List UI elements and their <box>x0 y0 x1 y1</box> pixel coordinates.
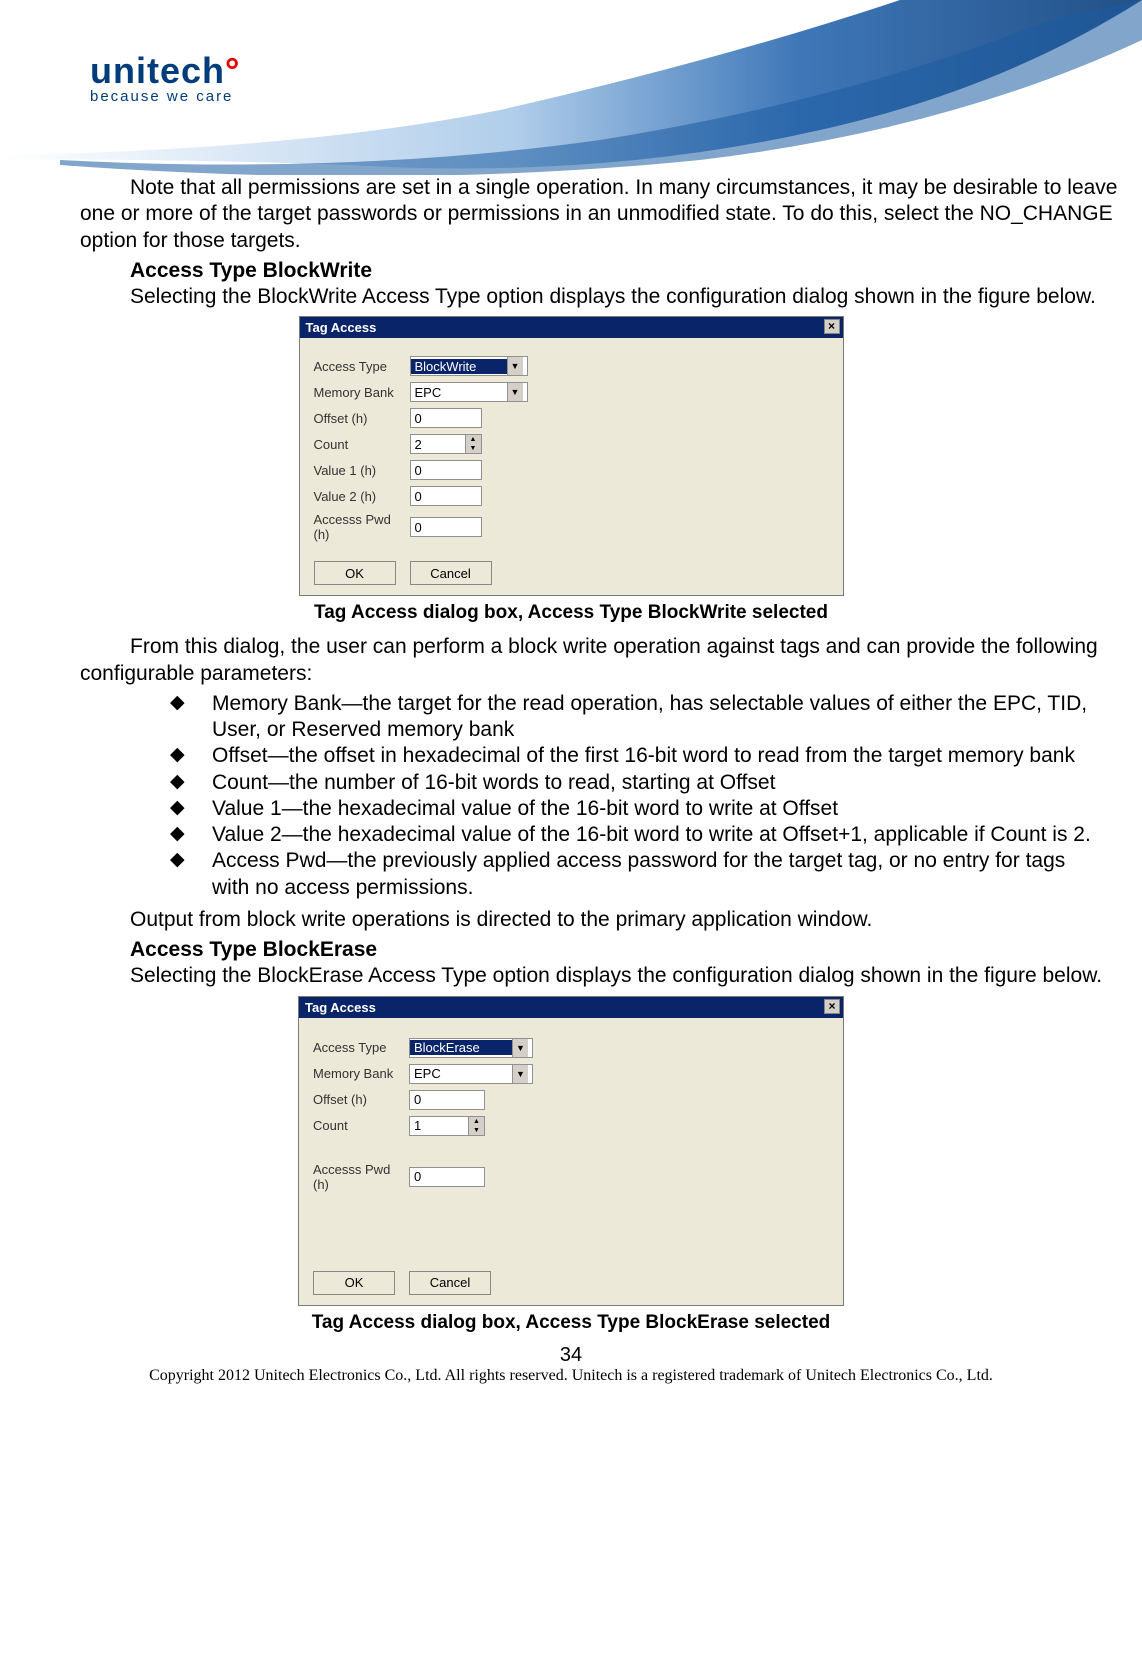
chevron-down-icon: ▼ <box>507 357 523 375</box>
input-value1[interactable] <box>410 460 482 480</box>
label-access-type: Access Type <box>314 359 404 374</box>
list-item: Access Pwd—the previously applied access… <box>170 848 1102 901</box>
input-value2[interactable] <box>410 486 482 506</box>
close-icon[interactable]: × <box>824 999 840 1014</box>
cancel-button[interactable]: Cancel <box>410 561 492 585</box>
input-access-pwd[interactable] <box>409 1167 485 1187</box>
select-value: EPC <box>411 385 507 400</box>
figure-caption-2: Tag Access dialog box, Access Type Block… <box>0 1312 1142 1334</box>
tag-access-dialog-blockwrite: Tag Access × Access Type BlockWrite ▼ Me… <box>299 316 844 596</box>
section1-paragraph: Selecting the BlockWrite Access Type opt… <box>80 284 1122 310</box>
list-item: Value 1—the hexadecimal value of the 16-… <box>170 796 1102 822</box>
select-value: EPC <box>410 1066 512 1081</box>
dialog-title-text: Tag Access <box>305 1000 376 1015</box>
output-paragraph: Output from block write operations is di… <box>80 907 1122 933</box>
list-item: Offset—the offset in hexadecimal of the … <box>170 743 1102 769</box>
brand-logo: unitech° because we care <box>90 50 240 105</box>
close-icon[interactable]: × <box>824 319 840 334</box>
dialog-title-text: Tag Access <box>306 320 377 335</box>
section-heading-blockerase: Access Type BlockErase <box>130 937 1122 963</box>
list-item: Count—the number of 16-bit words to read… <box>170 770 1102 796</box>
label-value1: Value 1 (h) <box>314 463 404 478</box>
input-offset[interactable] <box>409 1090 485 1110</box>
parameter-list: Memory Bank—the target for the read oper… <box>170 691 1102 901</box>
brand-word: unitech <box>90 50 225 91</box>
chevron-up-icon[interactable]: ▲ <box>469 1117 484 1126</box>
label-count: Count <box>314 437 404 452</box>
ok-button[interactable]: OK <box>313 1271 395 1295</box>
tag-access-dialog-blockerase: Tag Access × Access Type BlockErase ▼ Me… <box>298 996 844 1306</box>
spinner-count[interactable]: ▲▼ <box>410 434 482 454</box>
dialog-titlebar: Tag Access × <box>300 317 843 338</box>
select-value: BlockErase <box>410 1040 512 1055</box>
cancel-button[interactable]: Cancel <box>409 1271 491 1295</box>
spinner-input[interactable] <box>410 1117 468 1135</box>
input-offset[interactable] <box>410 408 482 428</box>
select-memory-bank[interactable]: EPC ▼ <box>410 382 528 402</box>
select-access-type[interactable]: BlockWrite ▼ <box>410 356 528 376</box>
section-heading-blockwrite: Access Type BlockWrite <box>130 258 1122 284</box>
dialog-titlebar: Tag Access × <box>299 997 843 1018</box>
section2-paragraph: Selecting the BlockErase Access Type opt… <box>80 963 1122 989</box>
intro-paragraph: Note that all permissions are set in a s… <box>80 175 1122 254</box>
chevron-down-icon: ▼ <box>512 1039 528 1057</box>
page-number: 34 <box>0 1344 1142 1367</box>
chevron-up-icon[interactable]: ▲ <box>466 435 481 444</box>
label-memory-bank: Memory Bank <box>313 1066 403 1081</box>
list-item: Memory Bank—the target for the read oper… <box>170 691 1102 744</box>
label-access-pwd: Accesss Pwd (h) <box>313 1162 403 1192</box>
chevron-down-icon[interactable]: ▼ <box>469 1126 484 1135</box>
logo-dot-icon: ° <box>225 50 240 91</box>
label-count: Count <box>313 1118 403 1133</box>
figure-caption-1: Tag Access dialog box, Access Type Block… <box>0 602 1142 624</box>
spinner-input[interactable] <box>411 435 465 453</box>
label-value2: Value 2 (h) <box>314 489 404 504</box>
chevron-down-icon[interactable]: ▼ <box>466 444 481 453</box>
select-access-type[interactable]: BlockErase ▼ <box>409 1038 533 1058</box>
list-item: Value 2—the hexadecimal value of the 16-… <box>170 822 1102 848</box>
label-offset: Offset (h) <box>314 411 404 426</box>
label-access-type: Access Type <box>313 1040 403 1055</box>
copyright-text: Copyright 2012 Unitech Electronics Co., … <box>0 1367 1142 1385</box>
brand-tagline: because we care <box>90 88 240 105</box>
chevron-down-icon: ▼ <box>512 1065 528 1083</box>
spinner-count[interactable]: ▲▼ <box>409 1116 485 1136</box>
label-offset: Offset (h) <box>313 1092 403 1107</box>
brand-name: unitech° <box>90 50 240 92</box>
page-header: unitech° because we care <box>0 0 1142 175</box>
label-access-pwd: Accesss Pwd (h) <box>314 512 404 542</box>
label-memory-bank: Memory Bank <box>314 385 404 400</box>
post-dialog1-paragraph: From this dialog, the user can perform a… <box>80 634 1122 687</box>
chevron-down-icon: ▼ <box>507 383 523 401</box>
select-memory-bank[interactable]: EPC ▼ <box>409 1064 533 1084</box>
ok-button[interactable]: OK <box>314 561 396 585</box>
select-value: BlockWrite <box>411 359 507 374</box>
input-access-pwd[interactable] <box>410 517 482 537</box>
